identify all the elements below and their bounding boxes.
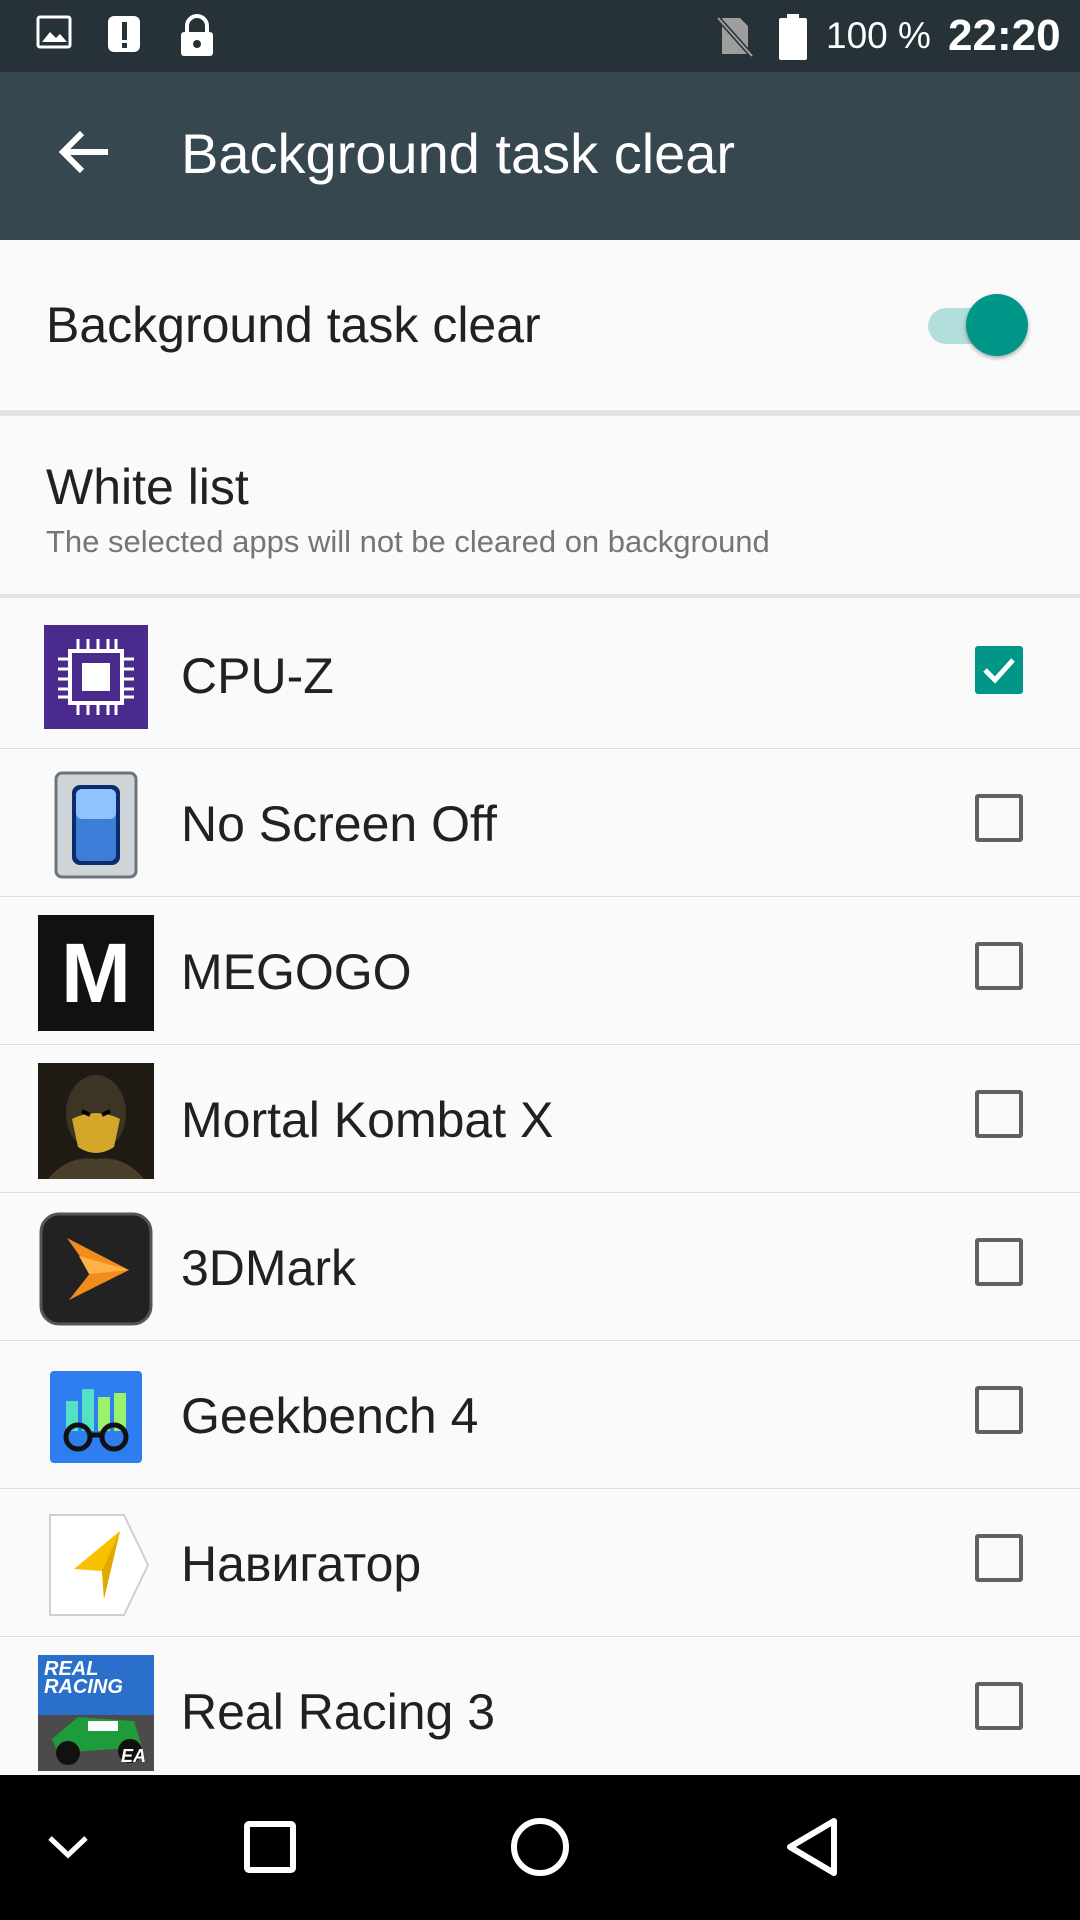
megogo-logo-letter: M xyxy=(61,926,131,1020)
list-item[interactable]: Geekbench 4 xyxy=(0,1341,1080,1489)
home-icon xyxy=(511,1818,569,1876)
app-name: Навигатор xyxy=(181,1536,422,1592)
ea-logo: EA xyxy=(120,1746,146,1766)
arrow-back-icon xyxy=(58,130,108,174)
no-sim-icon xyxy=(714,14,754,63)
megogo-icon: M xyxy=(38,915,154,1031)
list-item[interactable]: No Screen Off xyxy=(0,749,1080,897)
app-checkbox[interactable] xyxy=(975,942,1023,990)
app-checkbox[interactable] xyxy=(975,1238,1023,1286)
divider xyxy=(0,594,1080,598)
chevron-down-icon xyxy=(48,1836,88,1859)
list-item[interactable]: 3DMark xyxy=(0,1193,1080,1341)
navigator-icon xyxy=(38,1507,154,1623)
battery-percent: 100 % xyxy=(826,15,931,56)
app-name: 3DMark xyxy=(181,1240,357,1296)
mortal-kombat-icon xyxy=(38,1063,154,1179)
app-name: Geekbench 4 xyxy=(181,1388,479,1444)
alert-icon xyxy=(106,14,144,61)
app-checkbox[interactable] xyxy=(975,1386,1023,1434)
app-name: Mortal Kombat X xyxy=(181,1092,554,1148)
back-button[interactable] xyxy=(44,112,124,192)
setting-label: Background task clear xyxy=(46,297,541,353)
background-clear-setting[interactable]: Background task clear xyxy=(0,240,1080,410)
back-icon xyxy=(787,1818,837,1876)
app-name: CPU-Z xyxy=(181,648,334,704)
navigation-bar xyxy=(0,1775,1080,1920)
app-name: MEGOGO xyxy=(181,944,412,1000)
list-item[interactable]: REAL RACING EA Real Racing 3 xyxy=(0,1637,1080,1785)
app-checkbox[interactable] xyxy=(975,1534,1023,1582)
no-screen-off-icon xyxy=(38,767,154,883)
battery-icon xyxy=(778,14,808,65)
clock: 22:20 xyxy=(948,11,1061,60)
recents-button[interactable] xyxy=(220,1797,320,1897)
image-icon xyxy=(36,14,74,57)
recents-icon xyxy=(244,1821,296,1873)
cpu-z-icon xyxy=(38,619,154,735)
app-checkbox[interactable] xyxy=(975,1090,1023,1138)
list-item[interactable]: Mortal Kombat X xyxy=(0,1045,1080,1193)
list-item[interactable]: CPU-Z xyxy=(0,601,1080,749)
app-name: Real Racing 3 xyxy=(181,1684,496,1740)
switch-thumb xyxy=(966,294,1028,356)
real-racing-icon: REAL RACING EA xyxy=(38,1655,154,1771)
geekbench-icon xyxy=(38,1359,154,1475)
list-item[interactable]: M MEGOGO xyxy=(0,897,1080,1045)
app-bar: Background task clear xyxy=(0,72,1080,240)
app-checkbox[interactable] xyxy=(975,646,1023,694)
white-list-header: White list The selected apps will not be… xyxy=(0,416,1080,596)
white-list-subtitle: The selected apps will not be cleared on… xyxy=(46,524,770,559)
status-bar: 100 % 22:20 xyxy=(0,0,1080,72)
white-list-title: White list xyxy=(46,459,249,515)
real-racing-logo-bottom: RACING xyxy=(44,1676,123,1698)
3dmark-icon xyxy=(38,1211,154,1327)
app-name: No Screen Off xyxy=(181,796,497,852)
back-nav-button[interactable] xyxy=(762,1797,862,1897)
check-icon xyxy=(983,658,1015,684)
home-button[interactable] xyxy=(490,1797,590,1897)
background-clear-switch[interactable] xyxy=(928,294,1028,356)
hide-keyboard-button[interactable] xyxy=(18,1797,118,1897)
list-item[interactable]: Навигатор xyxy=(0,1489,1080,1637)
app-list: CPU-Z No Screen Off M MEGOGO Mortal Komb… xyxy=(0,601,1080,1785)
app-checkbox[interactable] xyxy=(975,794,1023,842)
page-title: Background task clear xyxy=(181,122,736,185)
app-checkbox[interactable] xyxy=(975,1682,1023,1730)
lock-icon xyxy=(178,14,216,63)
